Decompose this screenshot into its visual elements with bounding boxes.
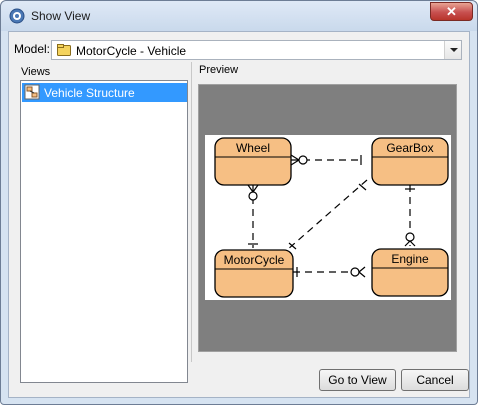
list-item-vehicle-structure[interactable]: Vehicle Structure (22, 83, 187, 102)
app-icon (9, 8, 25, 24)
title-bar[interactable]: Show View ✕ (1, 1, 477, 31)
entity-gearbox[interactable]: GearBox (371, 137, 449, 186)
entity-engine-label: Engine (391, 252, 429, 266)
entity-gearbox-label: GearBox (386, 141, 433, 155)
model-select[interactable]: MotorCycle - Vehicle (51, 40, 462, 60)
entity-engine[interactable]: Engine (371, 248, 449, 297)
entity-wheel[interactable]: Wheel (214, 137, 292, 186)
window-title: Show View (31, 9, 91, 23)
list-item-label: Vehicle Structure (44, 86, 135, 100)
preview-diagram: Wheel GearBox MotorCycle Engine (205, 135, 451, 300)
views-list[interactable]: Vehicle Structure (20, 80, 188, 383)
go-to-view-button[interactable]: Go to View (319, 369, 396, 391)
cancel-button[interactable]: Cancel (401, 369, 469, 391)
close-icon: ✕ (446, 4, 457, 19)
model-folder-icon (57, 44, 71, 56)
preview-label: Preview (199, 64, 239, 76)
views-label: Views (21, 66, 51, 78)
dialog-body: Model: MotorCycle - Vehicle Views Previe… (8, 31, 470, 398)
chevron-down-icon[interactable] (444, 41, 461, 59)
preview-panel: Wheel GearBox MotorCycle Engine (198, 84, 457, 352)
entity-motorcycle-label: MotorCycle (224, 253, 285, 267)
show-view-dialog: Show View ✕ Model: MotorCycle - Vehicle … (0, 0, 478, 405)
entity-wheel-label: Wheel (236, 141, 270, 155)
erd-diagram-icon (24, 84, 40, 100)
close-button[interactable]: ✕ (430, 2, 473, 21)
model-label: Model: (14, 42, 51, 56)
splitter[interactable] (191, 62, 192, 362)
model-select-value: MotorCycle - Vehicle (76, 44, 187, 58)
entity-motorcycle[interactable]: MotorCycle (214, 249, 294, 298)
